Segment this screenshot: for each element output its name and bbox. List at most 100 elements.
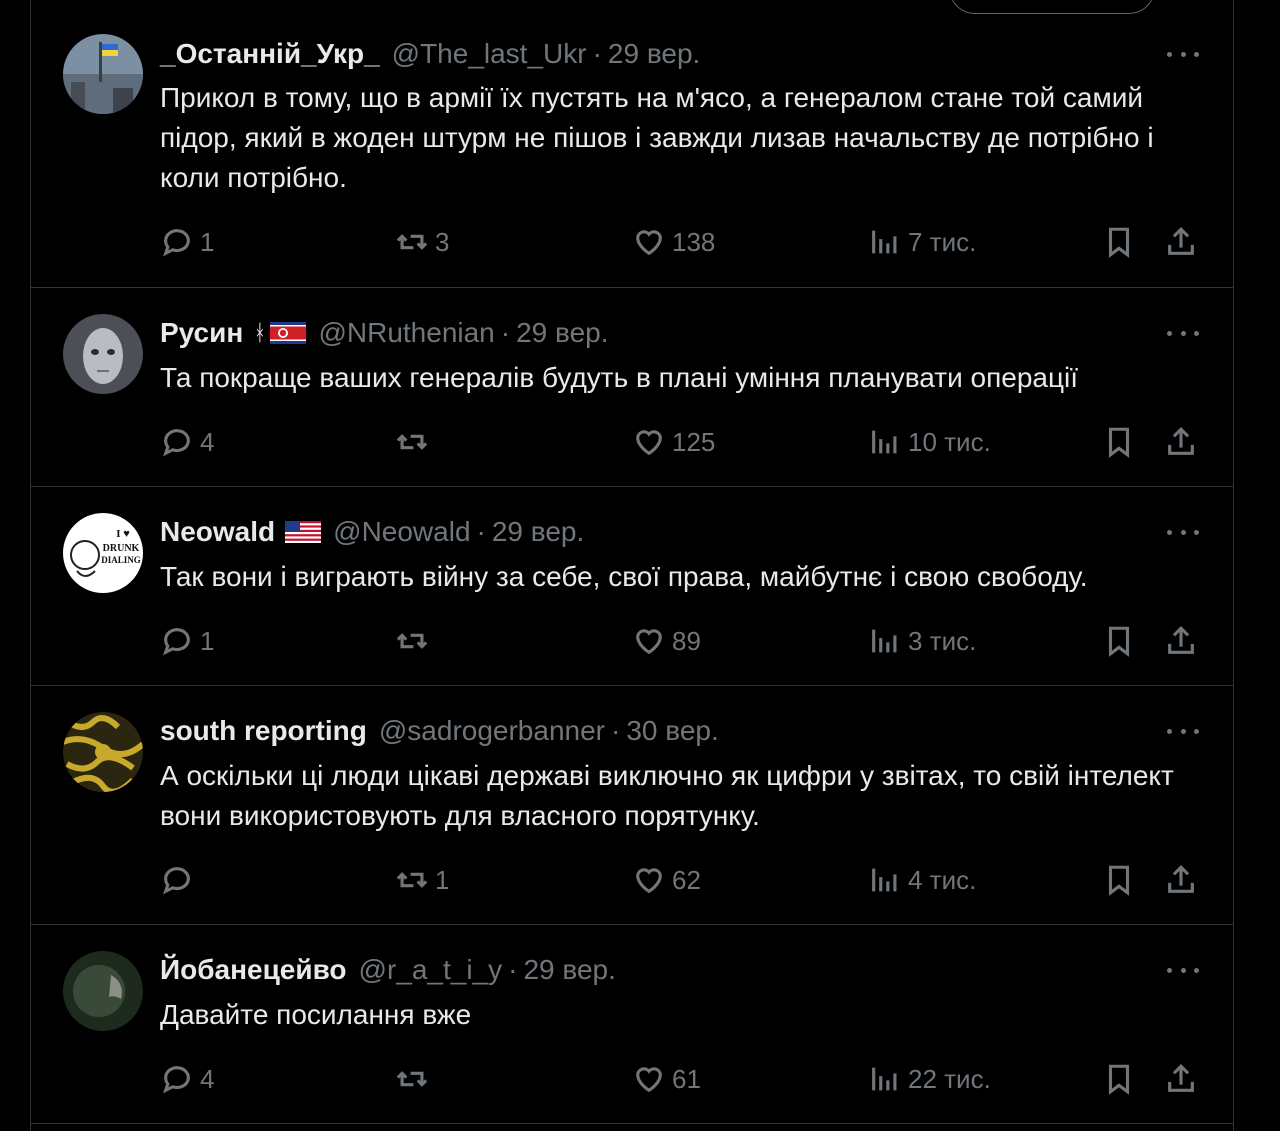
views-button[interactable]: 10 тис. [868, 422, 991, 462]
like-count: 125 [672, 426, 716, 457]
avatar[interactable] [63, 712, 143, 792]
tweet-text: Та покраще ваших генералів будуть в план… [160, 362, 1078, 393]
reply-icon [162, 1066, 190, 1094]
share-icon [1168, 865, 1194, 893]
more-icon[interactable] [1167, 323, 1199, 343]
author-name[interactable]: _Останній_Укр_ [160, 38, 380, 70]
retweet-button[interactable] [395, 422, 435, 462]
bookmark-button[interactable] [1102, 1059, 1136, 1099]
bookmark-icon [1108, 626, 1130, 657]
heart-icon [636, 868, 662, 894]
reply-button[interactable]: 4 [160, 422, 214, 462]
bookmark-button[interactable] [1102, 422, 1136, 462]
retweet-count: 3 [435, 226, 450, 257]
views-icon [872, 430, 897, 454]
author-name[interactable]: Йобанецейво [160, 954, 347, 986]
share-button[interactable] [1164, 222, 1198, 262]
bookmark-button[interactable] [1102, 621, 1136, 661]
tweet[interactable]: Русин ᚼ @NRuthenian · 29 вер. Та покраще… [31, 287, 1233, 487]
tweet-date[interactable]: 30 вер. [626, 715, 718, 747]
views-count: 7 тис. [908, 226, 977, 257]
views-count: 10 тис. [908, 426, 991, 457]
author-name[interactable]: Русин [160, 317, 243, 349]
separator-dot: · [592, 38, 602, 69]
action-bar: 1 3 138 7 тис. [160, 222, 1210, 262]
share-button[interactable] [1164, 1059, 1198, 1099]
reply-button[interactable]: 1 [160, 621, 214, 661]
views-button[interactable]: 4 тис. [868, 860, 976, 900]
tweet-date[interactable]: 29 вер. [523, 954, 615, 986]
tweet[interactable]: south reporting @sadrogerbanner · 30 вер… [31, 685, 1233, 925]
north-korea-flag-icon [270, 322, 307, 344]
i-love-drunk-dialing-logo-icon: I ♥ DRUNK DIALING [63, 513, 143, 593]
avatar[interactable] [63, 314, 143, 394]
avatar[interactable] [63, 951, 143, 1031]
author-handle[interactable]: @Neowald [333, 516, 470, 548]
author-handle[interactable]: @sadrogerbanner [379, 715, 605, 747]
views-button[interactable]: 3 тис. [868, 621, 976, 661]
usa-flag-icon [285, 521, 322, 543]
reply-button[interactable]: 4 [160, 1059, 214, 1099]
avatar[interactable] [63, 34, 143, 114]
retweet-icon [396, 1071, 428, 1087]
tweet[interactable]: I ♥ DRUNK DIALING Neowald @Neowald · 29 … [31, 486, 1233, 686]
heart-icon [636, 230, 662, 256]
views-icon [872, 1067, 897, 1091]
more-icon[interactable] [1167, 721, 1199, 741]
tweet-date[interactable]: 29 вер. [516, 317, 608, 349]
tweet-header: Русин ᚼ @NRuthenian · 29 вер. [160, 315, 609, 351]
views-button[interactable]: 7 тис. [868, 222, 976, 262]
views-button[interactable]: 22 тис. [868, 1059, 991, 1099]
tweet-header: Йобанецейво @r_a_t_i_y · 29 вер. [160, 952, 616, 988]
reply-button[interactable]: 1 [160, 222, 214, 262]
views-icon [872, 230, 897, 254]
like-count: 62 [672, 864, 701, 895]
reply-count: 4 [200, 426, 215, 457]
tweet-date[interactable]: 29 вер. [608, 38, 700, 70]
retweet-icon [396, 434, 428, 450]
like-button[interactable]: 138 [632, 222, 715, 262]
bookmark-button[interactable] [1102, 222, 1136, 262]
like-button[interactable]: 61 [632, 1059, 701, 1099]
bookmark-icon [1108, 227, 1130, 258]
action-bar: 1 89 3 тис. [160, 621, 1210, 661]
retweet-button[interactable]: 3 [395, 222, 449, 262]
share-button[interactable] [1164, 621, 1198, 661]
tweet-date[interactable]: 29 вер. [492, 516, 584, 548]
reply-icon [162, 867, 190, 895]
like-count: 89 [672, 625, 701, 656]
author-handle[interactable]: @r_a_t_i_y [359, 954, 503, 986]
avatar[interactable]: I ♥ DRUNK DIALING [63, 513, 143, 593]
action-bar: 1 62 4 тис. [160, 860, 1210, 900]
share-icon [1168, 427, 1194, 455]
tweet[interactable]: Йобанецейво @r_a_t_i_y · 29 вер. Давайте… [31, 924, 1233, 1124]
tweet[interactable]: _Останній_Укр_ @The_last_Ukr · 29 вер. П… [31, 0, 1233, 288]
more-icon[interactable] [1167, 960, 1199, 980]
more-icon[interactable] [1167, 44, 1199, 64]
svg-text:DRUNK: DRUNK [103, 543, 140, 554]
like-button[interactable]: 89 [632, 621, 701, 661]
reply-button[interactable] [160, 860, 200, 900]
like-button[interactable]: 62 [632, 860, 701, 900]
separator-dot: · [611, 715, 621, 746]
like-button[interactable]: 125 [632, 422, 715, 462]
views-count: 3 тис. [908, 625, 977, 656]
retweet-button[interactable] [395, 621, 435, 661]
retweet-count: 1 [435, 864, 450, 895]
author-handle[interactable]: @The_last_Ukr [392, 38, 587, 70]
bookmark-button[interactable] [1102, 860, 1136, 900]
author-handle[interactable]: @NRuthenian [318, 317, 494, 349]
tweet-header: south reporting @sadrogerbanner · 30 вер… [160, 713, 719, 749]
share-button[interactable] [1164, 422, 1198, 462]
share-button[interactable] [1164, 860, 1198, 900]
like-count: 138 [672, 226, 716, 257]
svg-text:DIALING: DIALING [101, 555, 141, 565]
author-name[interactable]: south reporting [160, 715, 367, 747]
svg-text:I ♥: I ♥ [116, 528, 130, 540]
retweet-button[interactable] [395, 1059, 435, 1099]
retweet-button[interactable]: 1 [395, 860, 449, 900]
retweet-icon [396, 872, 428, 888]
author-name[interactable]: Neowald [160, 516, 275, 548]
yellow-black-pattern-icon [63, 712, 143, 792]
more-icon[interactable] [1167, 522, 1199, 542]
